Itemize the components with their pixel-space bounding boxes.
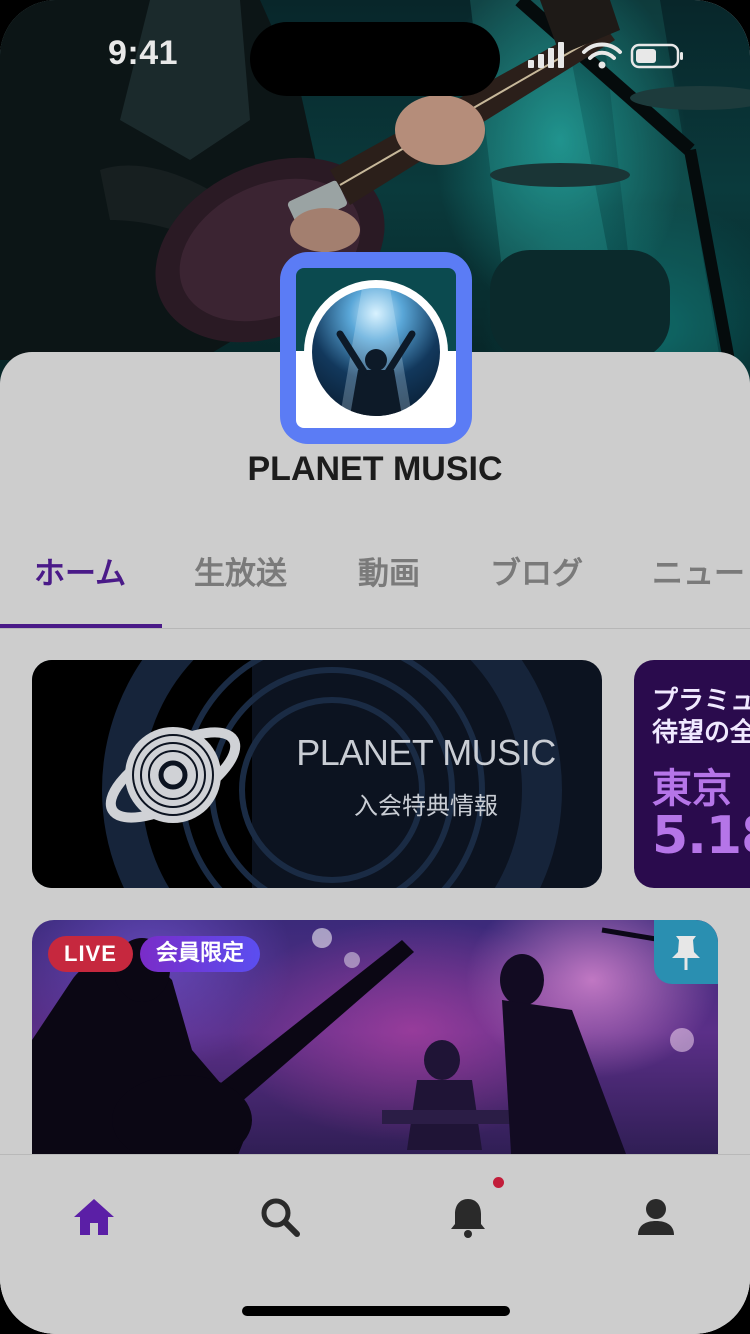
user-icon — [638, 1199, 674, 1235]
promo-banner[interactable]: プラミュ 待望の全 東京 5.18 — [634, 660, 750, 888]
members-only-badge: 会員限定 — [140, 936, 261, 972]
banner-subtitle: 入会特典情報 — [354, 792, 498, 820]
profile-avatar[interactable] — [280, 252, 472, 444]
tabs-divider — [0, 628, 750, 629]
avatar-image — [312, 288, 440, 416]
tab-video[interactable]: 動画 — [358, 548, 420, 628]
pin-icon — [672, 936, 700, 970]
tab-home[interactable]: ホーム — [34, 548, 126, 628]
pin-button[interactable] — [654, 920, 718, 984]
dynamic-island — [250, 22, 500, 96]
tab-bar: ホーム 生放送 動画 ブログ ニュー — [0, 548, 750, 630]
banner-title: PLANET MUSIC — [296, 732, 556, 773]
tab-blog[interactable]: ブログ — [490, 548, 583, 628]
notification-dot — [493, 1177, 504, 1188]
wifi-icon — [582, 42, 622, 69]
status-time: 9:41 — [108, 34, 179, 72]
tab-live-broadcast[interactable]: 生放送 — [194, 548, 287, 628]
app-screen: 9:41 PLANET MUSIC ホーム 生放送 動画 ブログ ニュー PLA… — [0, 0, 750, 1334]
planet-logo-icon — [105, 727, 241, 823]
nav-search[interactable] — [256, 1193, 304, 1241]
nav-profile[interactable] — [632, 1193, 680, 1241]
active-tab-indicator — [0, 624, 162, 628]
battery-icon — [630, 43, 683, 69]
membership-banner[interactable]: PLANET MUSIC 入会特典情報 — [32, 660, 602, 888]
nav-notifications[interactable] — [444, 1193, 492, 1241]
bell-icon — [451, 1199, 485, 1238]
search-icon — [261, 1198, 300, 1237]
promo-line-2: 待望の全 — [652, 718, 750, 748]
tab-news[interactable]: ニュー — [652, 548, 745, 628]
live-stream-card[interactable]: LIVE 会員限定 — [32, 920, 718, 1170]
profile-name: PLANET MUSIC — [247, 450, 503, 488]
live-card-image — [32, 927, 694, 1170]
status-bar: 9:41 — [0, 0, 750, 110]
live-badge: LIVE — [48, 936, 133, 972]
nav-home[interactable] — [70, 1193, 118, 1241]
home-indicator — [242, 1306, 510, 1316]
home-icon — [74, 1199, 114, 1235]
signal-icon — [528, 42, 564, 68]
promo-date: 5.18 — [652, 806, 750, 866]
